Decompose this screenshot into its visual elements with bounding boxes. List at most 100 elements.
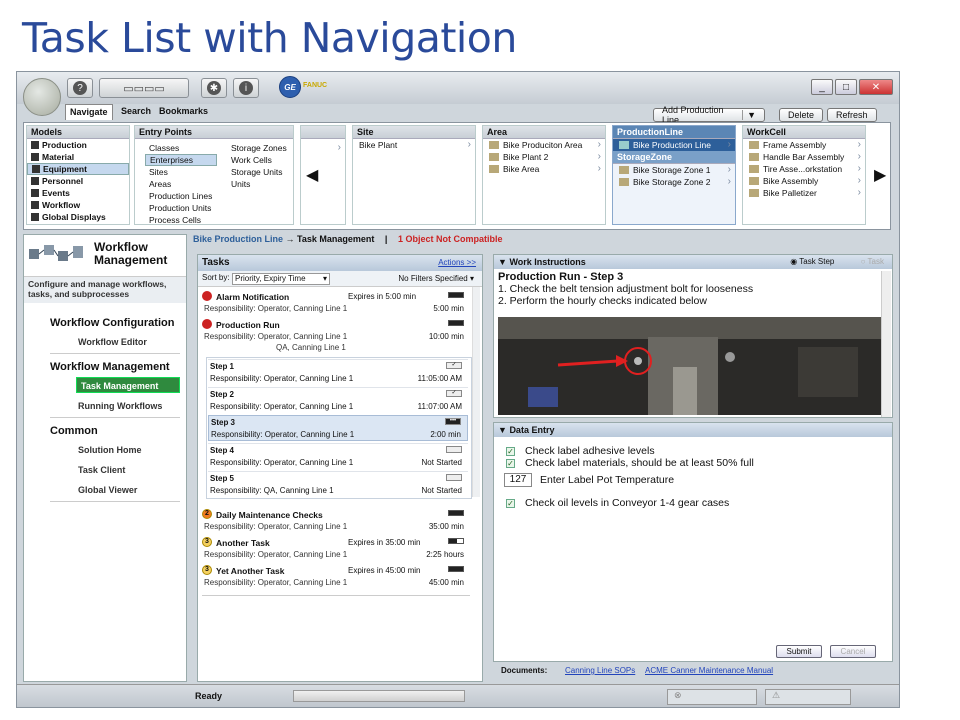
entry-point-production-lines[interactable]: Production Lines bbox=[145, 190, 217, 202]
model-item-equipment[interactable]: Equipment bbox=[27, 163, 129, 175]
entry-point-process-cells[interactable]: Process Cells bbox=[145, 214, 217, 225]
scrollbar[interactable] bbox=[881, 271, 891, 417]
storage-zone-item-bike-storage-zone-2[interactable]: Bike Storage Zone 2 › bbox=[613, 176, 735, 188]
model-personnel-icon bbox=[31, 177, 39, 185]
entry-point-label: Enterprises bbox=[150, 155, 193, 165]
step-responsibility: Responsibility: Operator, Canning Line 1 bbox=[211, 430, 355, 439]
workcell-item-frame-assembly[interactable]: Frame Assembly › bbox=[743, 139, 865, 151]
maximize-button[interactable]: □ bbox=[835, 79, 857, 95]
collapse-icon[interactable]: ▼ bbox=[498, 425, 507, 435]
collapse-icon[interactable]: ▼ bbox=[498, 257, 507, 267]
radio-task-step[interactable]: ◉ Task Step bbox=[790, 257, 834, 266]
model-item-material[interactable]: Material bbox=[27, 151, 129, 163]
tab-bookmarks[interactable]: Bookmarks bbox=[155, 104, 212, 120]
area-column: Area Bike Produciton Area › Bike Plant 2 › B… bbox=[482, 125, 606, 225]
model-item-personnel[interactable]: Personnel bbox=[27, 175, 129, 187]
add-production-line-button[interactable]: Add Production Line ▼ bbox=[653, 105, 765, 125]
entry-point-label: Process Cells bbox=[149, 215, 201, 225]
entry-point-production-units[interactable]: Production Units bbox=[145, 202, 217, 214]
temperature-input[interactable]: 127 bbox=[504, 473, 532, 487]
radio-task[interactable]: ○ Task bbox=[861, 257, 884, 266]
task-row[interactable]: 3 Yet Another Task Expires in 45:00 min Res… bbox=[202, 565, 470, 591]
area-item-bike-plant-2[interactable]: Bike Plant 2 › bbox=[483, 151, 605, 163]
entry-point-label: Units bbox=[231, 179, 251, 189]
submit-button[interactable]: Submit bbox=[776, 645, 822, 658]
scroll-right-arrow[interactable]: ▶ bbox=[874, 165, 886, 185]
step-active-icon: ••• bbox=[445, 418, 461, 425]
sort-select[interactable]: Priority, Expiry Time ▾ bbox=[232, 273, 330, 285]
actions-link[interactable]: Actions >> bbox=[438, 258, 476, 267]
entry-point-enterprises[interactable]: Enterprises bbox=[145, 154, 217, 166]
sidebar-item-task-client[interactable]: Task Client bbox=[78, 465, 125, 475]
task-row[interactable]: Alarm Notification Expires in 5:00 min Res… bbox=[202, 291, 470, 317]
tab-navigate[interactable]: Navigate bbox=[65, 104, 113, 120]
close-button[interactable]: ✕ bbox=[859, 79, 893, 95]
maximize-icon: □ bbox=[842, 81, 850, 93]
close-icon: ⊗ bbox=[674, 690, 682, 700]
step-row[interactable]: Step 2 Responsibility: Operator, Canning … bbox=[208, 387, 468, 413]
sidebar-item-solution-home[interactable]: Solution Home bbox=[78, 445, 142, 455]
entry-point-storage-units[interactable]: Storage Units bbox=[227, 166, 293, 178]
area-item-bike-produciton-area[interactable]: Bike Produciton Area › bbox=[483, 139, 605, 151]
checkbox-adhesive[interactable]: ✓ bbox=[506, 446, 515, 456]
workcell-item-bike-assembly[interactable]: Bike Assembly › bbox=[743, 175, 865, 187]
sidebar-item-workflow-editor[interactable]: Workflow Editor bbox=[78, 337, 147, 347]
app-orb-button[interactable] bbox=[23, 78, 61, 116]
checkbox-materials[interactable]: ✓ bbox=[506, 458, 515, 468]
entry-point-sites[interactable]: Sites bbox=[145, 166, 217, 178]
sidebar-item-task-management[interactable]: Task Management bbox=[76, 377, 180, 393]
workcell-item-tire-asse-orkstation[interactable]: Tire Asse...orkstation › bbox=[743, 163, 865, 175]
area-item-icon bbox=[489, 153, 499, 161]
storage-zone-item-bike-storage-zone-1[interactable]: Bike Storage Zone 1 › bbox=[613, 164, 735, 176]
task-row[interactable]: 2 Daily Maintenance Checks Responsibility:… bbox=[202, 509, 470, 535]
entry-point-classes[interactable]: Classes bbox=[145, 142, 217, 154]
storage-zone-item-icon bbox=[619, 166, 629, 174]
site-item-bike-plant[interactable]: Bike Plant › bbox=[353, 139, 475, 151]
workcell-item-handle-bar-assembly[interactable]: Handle Bar Assembly › bbox=[743, 151, 865, 163]
checkbox-oil[interactable]: ✓ bbox=[506, 498, 515, 508]
step-row[interactable]: Step 3 Responsibility: Operator, Canning … bbox=[208, 415, 468, 441]
entry-point-work-cells[interactable]: Work Cells bbox=[227, 154, 293, 166]
breadcrumb-parent[interactable]: Bike Production Line bbox=[193, 234, 283, 244]
scroll-left-arrow[interactable]: ◀ bbox=[306, 165, 318, 185]
model-item-workflow[interactable]: Workflow bbox=[27, 199, 129, 211]
tab-search[interactable]: Search bbox=[117, 104, 155, 120]
entry-point-units[interactable]: Units bbox=[227, 178, 293, 190]
filters-dropdown[interactable]: No Filters Specified ▾ bbox=[398, 274, 474, 283]
model-item-label: Material bbox=[42, 152, 75, 162]
help-button[interactable]: ? bbox=[67, 78, 93, 98]
layout-buttons[interactable]: ▭▭▭▭ bbox=[99, 78, 189, 98]
sidebar-title: Workflow Management bbox=[94, 240, 168, 267]
delete-button[interactable]: Delete bbox=[779, 108, 824, 122]
sidebar-item-running-workflows[interactable]: Running Workflows bbox=[78, 401, 162, 411]
area-item-bike-area[interactable]: Bike Area › bbox=[483, 163, 605, 175]
workcell-item-bike-palletizer[interactable]: Bike Palletizer › bbox=[743, 187, 865, 199]
entry-point-areas[interactable]: Areas bbox=[145, 178, 217, 190]
tasks-panel: Tasks Actions >> Sort by: Priority, Expi… bbox=[197, 254, 483, 682]
info-button[interactable]: i bbox=[233, 78, 259, 98]
status-close-box[interactable]: ⊗ bbox=[667, 689, 757, 705]
model-item-events[interactable]: Events bbox=[27, 187, 129, 199]
task-row[interactable]: 3 Another Task Expires in 35:00 min Respons… bbox=[202, 537, 470, 563]
site-header: Site bbox=[353, 126, 475, 139]
model-item-global-displays[interactable]: Global Displays bbox=[27, 211, 129, 223]
step-row[interactable]: Step 5 Responsibility: QA, Canning Line 1… bbox=[208, 471, 468, 497]
document-link-sops[interactable]: Canning Line SOPs bbox=[565, 666, 635, 675]
production-line-item-bike-production-line[interactable]: Bike Production Line › bbox=[613, 139, 735, 151]
minimize-button[interactable]: _ bbox=[811, 79, 833, 95]
model-item-production[interactable]: Production bbox=[27, 139, 129, 151]
task-row[interactable]: Production Run Responsibility: Operator, … bbox=[202, 319, 470, 352]
entry-point-storage-zones[interactable]: Storage Zones bbox=[227, 142, 293, 154]
refresh-button[interactable]: Refresh bbox=[827, 108, 877, 122]
warning-text[interactable]: 1 Object Not Compatible bbox=[398, 234, 503, 244]
sidebar-item-global-viewer[interactable]: Global Viewer bbox=[78, 485, 137, 495]
step-row[interactable]: Step 1 Responsibility: Operator, Canning … bbox=[208, 359, 468, 385]
status-warning-box[interactable]: ⚠ bbox=[765, 689, 851, 705]
task-progress bbox=[448, 566, 464, 572]
document-link-manual[interactable]: ACME Canner Maintenance Manual bbox=[645, 666, 773, 675]
divider bbox=[50, 501, 180, 502]
tasks-scrollbar[interactable] bbox=[472, 287, 480, 497]
step-row[interactable]: Step 4 Responsibility: Operator, Canning … bbox=[208, 443, 468, 469]
settings-button[interactable]: ✱ bbox=[201, 78, 227, 98]
cancel-button[interactable]: Cancel bbox=[830, 645, 876, 658]
